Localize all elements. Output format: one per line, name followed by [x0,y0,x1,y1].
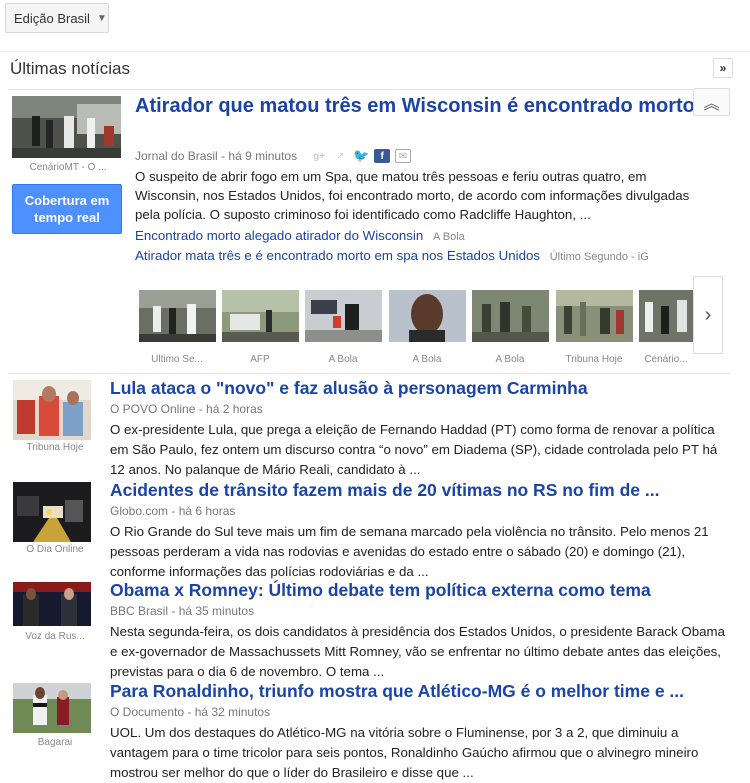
story-item: Tribuna Hoje Lula ataca o "novo" e faz a… [0,378,750,478]
header-divider [0,51,750,52]
story-thumbnail[interactable] [13,582,91,626]
story-thumb-source: Tribuna Hoje [26,442,84,453]
story-title[interactable]: Acidentes de trânsito fazem mais de 20 v… [110,480,730,501]
double-chevron-right-icon: » [719,61,727,75]
caret-down-icon: ▼ [96,12,107,24]
strip-image-caption: Tribuna Hoje [565,354,623,365]
story-source: Globo.com [110,504,169,518]
story-title[interactable]: Obama x Romney: Último debate tem políti… [110,580,730,601]
story-meta: BBC Brasil - há 35 minutos [110,604,255,618]
meta-separator: - [217,149,229,163]
strip-image-caption: A Bola [328,354,358,365]
expand-section-button[interactable]: » [713,58,733,78]
related-link-title[interactable]: Atirador mata três e é encontrado morto … [135,248,540,263]
story-title[interactable]: Para Ronaldinho, triunfo mostra que Atlé… [110,681,730,702]
story-snippet: Nesta segunda-feira, os dois candidatos … [110,624,725,679]
story-thumb-source: O Dia Online [26,544,84,555]
email-icon[interactable]: ✉ [395,149,412,163]
top-story-meta: Jornal do Brasil - há 9 minutos g+ ↗ 🐦 f… [135,148,412,163]
strip-image[interactable] [472,290,549,342]
realtime-coverage-button[interactable]: Cobertura em tempo real [12,184,122,234]
top-story-thumbnail[interactable] [12,96,121,158]
strip-image-caption: A Bola [412,354,442,365]
story-divider [8,373,730,374]
section-divider [8,89,730,90]
double-chevron-up-icon: ︽ [703,96,720,113]
twitter-icon[interactable]: 🐦 [353,148,369,163]
related-link-source: Último Segundo - iG [549,251,649,263]
strip-image[interactable] [556,290,633,342]
strip-image-caption: AFP [250,354,270,365]
story-meta: O Documento - há 32 minutos [110,705,271,719]
chevron-right-icon: › [704,303,712,326]
story-item: Voz da Rus... Obama x Romney: Último deb… [0,580,750,680]
story-thumbnail[interactable] [13,380,91,440]
story-snippet: UOL. Um dos destaques do Atlético-MG na … [110,725,699,780]
story-snippet: O Rio Grande do Sul teve mais um fim de … [110,524,709,579]
story-meta: Globo.com - há 6 horas [110,504,236,518]
story-time: há 35 minutos [178,604,255,618]
story-time: há 2 horas [206,402,263,416]
strip-image-caption: A Bola [495,354,525,365]
top-story-snippet: O suspeito de abrir fogo em um Spa, que … [135,169,690,222]
story-item: O Dia Online Acidentes de trânsito fazem… [0,480,750,580]
top-story-thumb-source: CenárioMT - O ... [29,162,107,173]
story-item: Bagarai Para Ronaldinho, triunfo mostra … [0,681,750,780]
share-icons: g+ ↗ 🐦 f ✉ [311,148,412,163]
story-thumb-source: Voz da Rus... [25,631,85,642]
strip-image[interactable] [305,290,382,342]
story-meta: O POVO Online - há 2 horas [110,402,263,416]
google-plus-icon[interactable]: g+ [311,149,327,163]
related-link[interactable]: Atirador mata três e é encontrado morto … [135,248,649,263]
story-source: O POVO Online [110,402,196,416]
story-thumbnail[interactable] [13,482,91,542]
related-link-title[interactable]: Encontrado morto alegado atirador do Wis… [135,228,423,243]
strip-image[interactable] [139,290,216,342]
strip-image-caption: Ultimo Se... [151,354,203,365]
story-thumb-source: Bagarai [37,737,73,748]
related-link[interactable]: Encontrado morto alegado atirador do Wis… [135,228,465,243]
top-story-time: há 9 minutos [228,149,298,163]
story-time: há 32 minutos [194,705,271,719]
top-story-source: Jornal do Brasil [135,149,218,163]
strip-next-button[interactable]: › [693,276,723,354]
strip-image[interactable] [639,290,693,342]
facebook-icon[interactable]: f [374,149,391,163]
edition-selector[interactable]: Edição Brasil ▼ [5,3,109,33]
story-snippet: O ex-presidente Lula, que prega a eleiçã… [110,422,718,477]
strip-image[interactable] [389,290,466,342]
strip-image-caption: Cenário... [644,354,688,365]
section-title: Últimas notícias [10,59,130,78]
related-link-source: A Bola [432,231,465,243]
collapse-button[interactable]: ︽ [693,88,730,116]
story-thumbnail[interactable] [13,683,91,733]
story-source: O Documento [110,705,185,719]
story-title[interactable]: Lula ataca o "novo" e faz alusão à perso… [110,378,730,399]
edition-label: Edição Brasil [14,10,90,26]
top-story-title[interactable]: Atirador que matou três em Wisconsin é e… [135,93,695,120]
strip-image[interactable] [222,290,299,342]
story-time: há 6 horas [178,504,236,518]
story-source: BBC Brasil [110,604,169,618]
share-icon[interactable]: ↗ [332,149,348,163]
